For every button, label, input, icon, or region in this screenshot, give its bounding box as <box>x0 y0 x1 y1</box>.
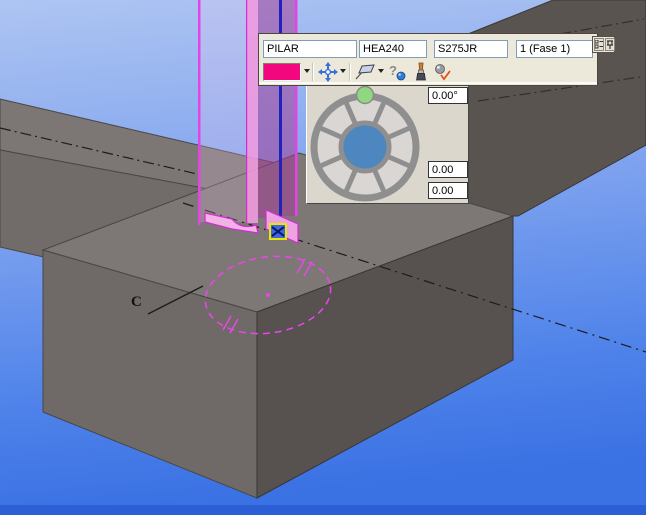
grid-axis-label: C <box>131 294 142 310</box>
svg-text:?: ? <box>389 63 397 78</box>
separator <box>349 63 351 81</box>
apply-check-icon[interactable] <box>432 62 454 82</box>
part-name-field[interactable] <box>263 40 357 58</box>
rotation-angle-field[interactable] <box>428 87 468 104</box>
offset-x-field[interactable] <box>428 161 468 178</box>
separator <box>312 63 314 81</box>
workplane-flag-icon[interactable] <box>354 62 376 82</box>
part-color-swatch[interactable] <box>263 63 301 81</box>
phase-field[interactable] <box>516 40 593 58</box>
toolbar-icon-row: ? <box>259 61 597 84</box>
help-ball-icon[interactable]: ? <box>387 62 409 82</box>
move-crosshair-icon[interactable] <box>317 62 339 82</box>
viewport-3d[interactable]: C PILAR HEA240 S275JR 1 (Fase 1) ? 0.00°… <box>0 0 646 515</box>
pin-icon[interactable] <box>605 38 615 51</box>
material-field[interactable] <box>434 40 508 58</box>
rotation-wheel[interactable] <box>307 85 427 203</box>
snap-point-marker[interactable] <box>269 223 287 240</box>
color-dropdown-arrow[interactable] <box>304 69 310 73</box>
properties-grid-icon[interactable] <box>594 38 604 51</box>
context-toolbar: ? <box>258 33 615 86</box>
move-dropdown-arrow[interactable] <box>340 69 346 73</box>
sky-bottom-band <box>0 505 646 515</box>
dial-hub <box>338 120 392 174</box>
flag-dropdown-arrow[interactable] <box>378 69 384 73</box>
rotation-dial-panel <box>306 84 469 204</box>
offset-y-field[interactable] <box>428 182 468 199</box>
paintbrush-icon[interactable] <box>410 62 432 82</box>
profile-field[interactable] <box>359 40 427 58</box>
toolbar-window-buttons <box>592 36 615 53</box>
dial-knob[interactable] <box>355 85 375 105</box>
